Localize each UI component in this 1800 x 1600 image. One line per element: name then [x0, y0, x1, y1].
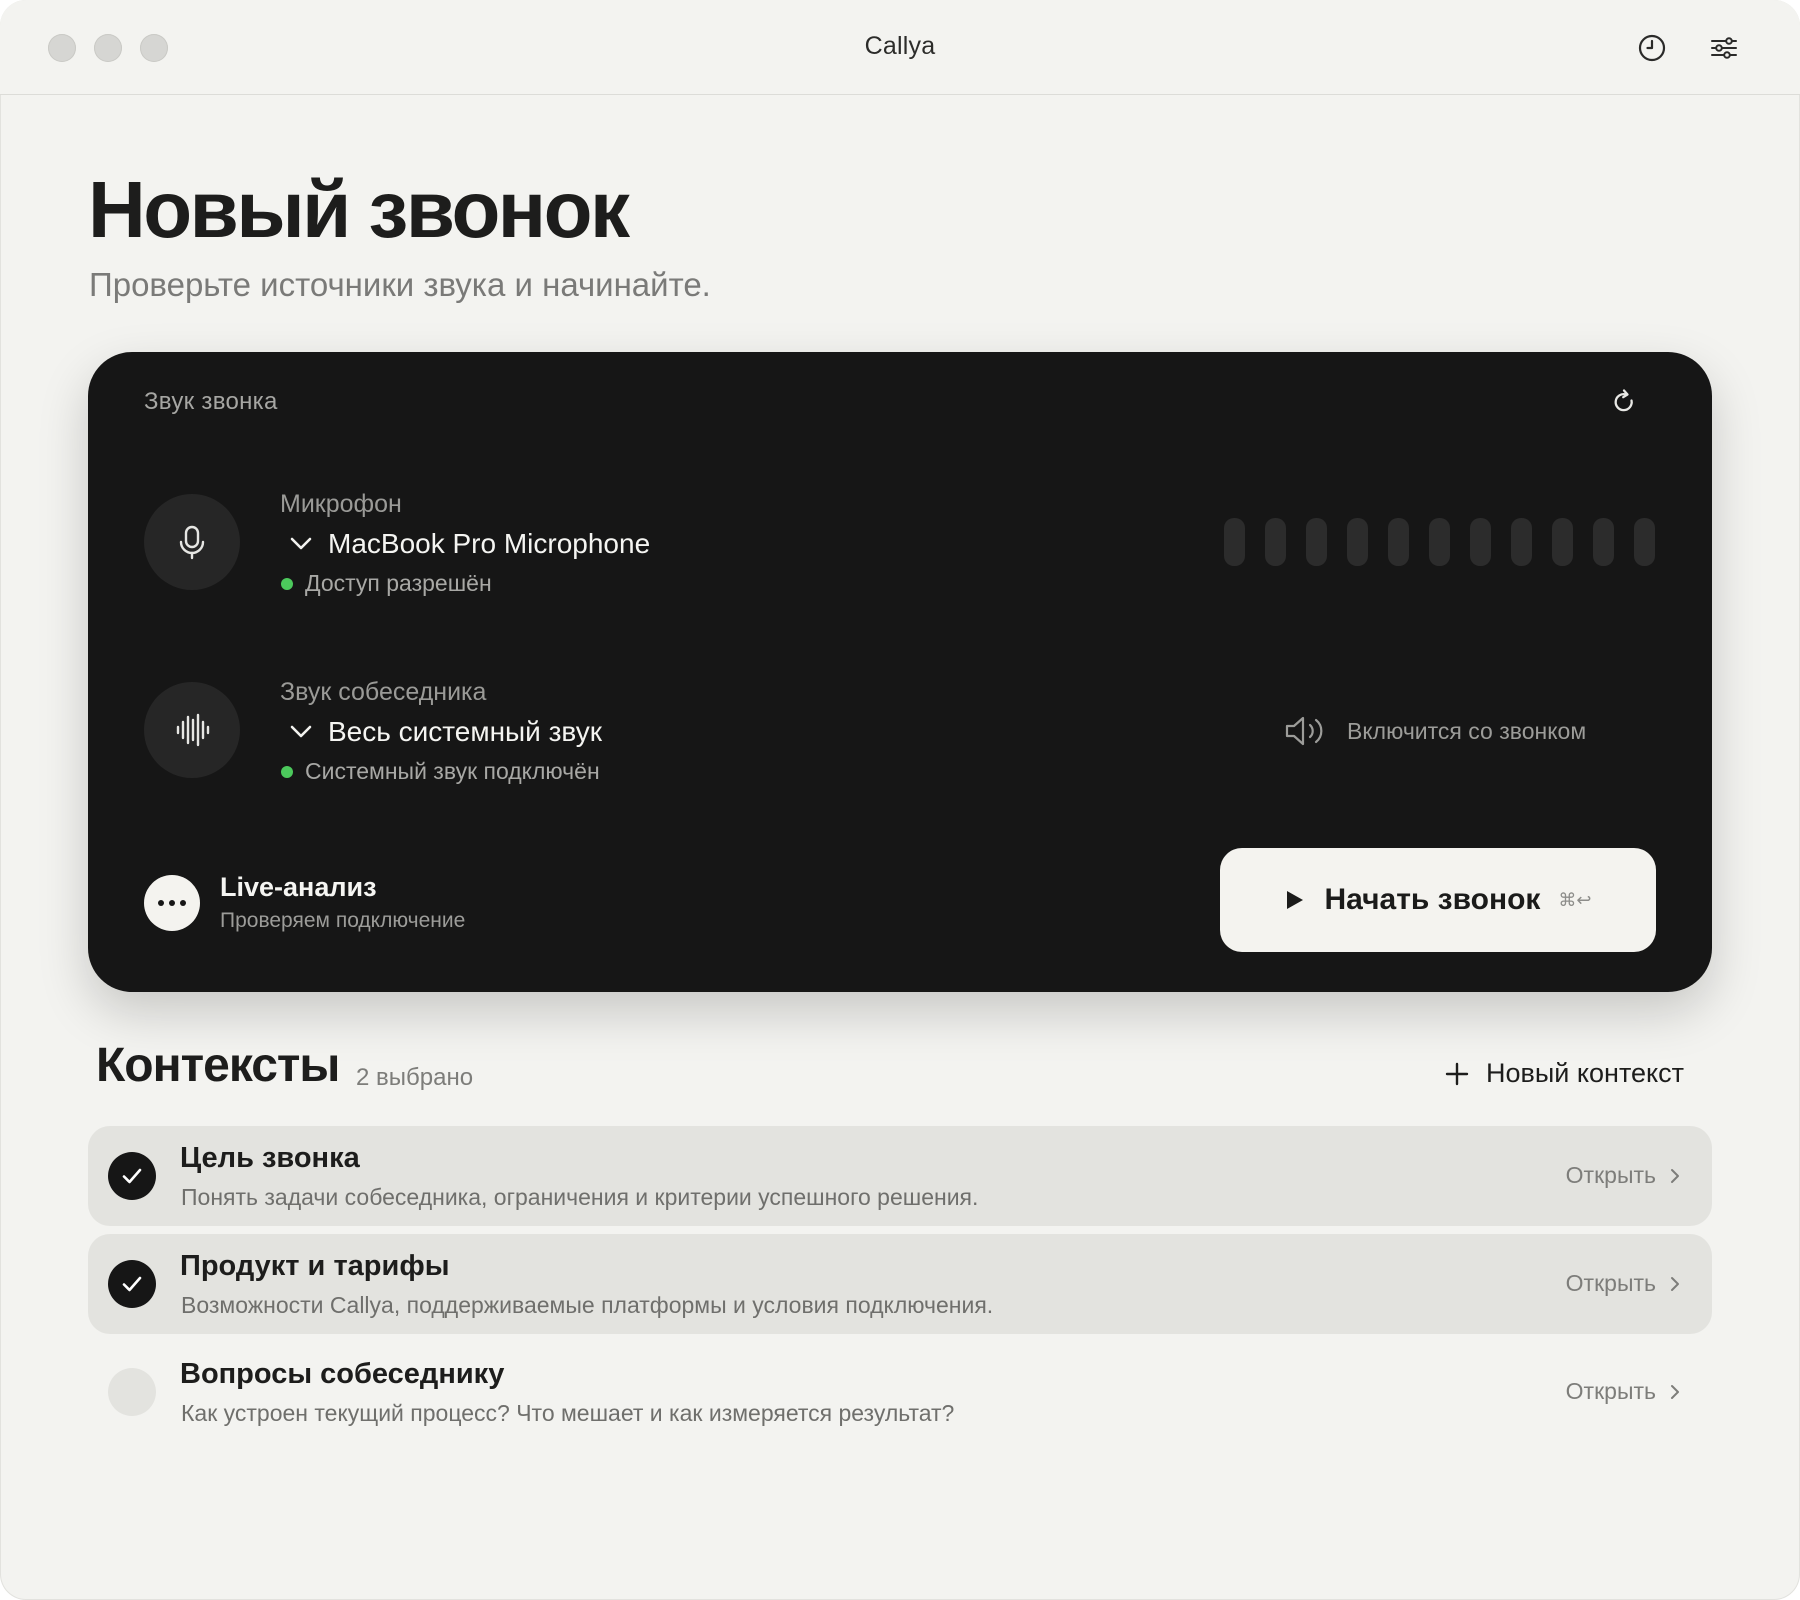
- status-ok-dot: [281, 577, 293, 590]
- level-bar: [1347, 518, 1368, 566]
- context-name: Вопросы собеседнику: [180, 1358, 505, 1390]
- context-open-link[interactable]: Открыть: [1566, 1378, 1682, 1405]
- microphone-label: Микрофон: [280, 490, 402, 518]
- context-checkbox[interactable]: [108, 1260, 156, 1308]
- window-title: Callya: [864, 32, 936, 60]
- remote-source-icon-wrap: [144, 682, 240, 778]
- new-context-label: Новый контекст: [1486, 1058, 1684, 1088]
- context-open-link[interactable]: Открыть: [1566, 1270, 1682, 1297]
- level-bar: [1388, 518, 1409, 566]
- start-call-button[interactable]: Начать звонок ⌘↩: [1220, 848, 1656, 952]
- chevron-down-icon: [290, 725, 312, 738]
- checkmark-icon: [122, 1276, 142, 1292]
- remote-audio-note-text: Включится со звонком: [1347, 717, 1587, 744]
- level-bar: [1429, 518, 1450, 566]
- remote-audio-device-select[interactable]: Весь системный звук: [288, 716, 602, 748]
- level-bar: [1634, 518, 1655, 566]
- context-row[interactable]: Цель звонка Понять задачи собеседника, о…: [88, 1126, 1712, 1226]
- remote-audio-label: Звук собеседника: [280, 678, 487, 706]
- level-bar: [1593, 518, 1614, 566]
- level-bar: [1470, 518, 1491, 566]
- context-open-link[interactable]: Открыть: [1566, 1162, 1682, 1189]
- context-name: Продукт и тарифы: [180, 1250, 450, 1282]
- refresh-button[interactable]: [1604, 382, 1644, 422]
- card-label: Звук звонка: [144, 388, 278, 415]
- remote-audio-note: Включится со звонком: [1283, 714, 1586, 748]
- context-open-label: Открыть: [1565, 1378, 1656, 1404]
- microphone-status-text: Доступ разрешён: [305, 570, 492, 596]
- live-analysis-title: Live-анализ: [220, 872, 377, 902]
- titlebar: Callya: [0, 0, 1800, 95]
- microphone-icon: [179, 525, 205, 560]
- page-title: Новый звонок: [88, 165, 630, 254]
- remote-audio-status: Системный звук подключён: [281, 758, 600, 785]
- live-analysis: Live-анализ Проверяем подключение: [144, 872, 465, 933]
- context-description: Как устроен текущий процесс? Что мешает …: [181, 1400, 955, 1426]
- remote-audio-status-text: Системный звук подключён: [305, 758, 600, 784]
- context-description: Возможности Callya, поддерживаемые платф…: [181, 1292, 994, 1318]
- context-description: Понять задачи собеседника, ограничения и…: [181, 1184, 979, 1210]
- chevron-down-icon: [290, 537, 312, 550]
- live-analysis-subtitle: Проверяем подключение: [220, 909, 466, 932]
- waveform-icon: [176, 713, 210, 747]
- microphone-source-icon-wrap: [144, 494, 240, 590]
- context-row[interactable]: Вопросы собеседнику Как устроен текущий …: [88, 1342, 1712, 1442]
- context-checkbox[interactable]: [108, 1368, 156, 1416]
- level-bar: [1511, 518, 1532, 566]
- refresh-icon: [1614, 389, 1633, 412]
- start-call-label: Начать звонок: [1324, 883, 1541, 916]
- sliders-icon: [1711, 37, 1737, 59]
- chevron-right-icon: [1671, 1276, 1679, 1291]
- context-name: Цель звонка: [180, 1142, 360, 1174]
- history-button[interactable]: [1634, 30, 1670, 66]
- level-bar: [1306, 518, 1327, 566]
- call-audio-card: Звук звонка Микрофон MacBook Pro Microph…: [88, 352, 1712, 992]
- context-open-label: Открыть: [1565, 1270, 1656, 1296]
- context-open-label: Открыть: [1565, 1162, 1656, 1188]
- level-bar: [1265, 518, 1286, 566]
- level-bar: [1552, 518, 1573, 566]
- microphone-device-select[interactable]: MacBook Pro Microphone: [288, 528, 650, 560]
- app-window: Callya Новый звонок Проверьте источники …: [0, 0, 1800, 1600]
- chevron-right-icon: [1671, 1384, 1679, 1399]
- context-checkbox[interactable]: [108, 1152, 156, 1200]
- microphone-level-meter: [1224, 518, 1655, 566]
- microphone-status: Доступ разрешён: [281, 570, 492, 597]
- new-context-button[interactable]: Новый контекст: [1444, 1058, 1684, 1089]
- checkmark-icon: [122, 1168, 142, 1184]
- start-call-shortcut: ⌘↩: [1558, 889, 1592, 911]
- clock-icon: [1638, 34, 1666, 62]
- status-ok-dot: [281, 765, 293, 778]
- settings-button[interactable]: [1706, 30, 1742, 66]
- page-subtitle: Проверьте источники звука и начинайте.: [89, 266, 711, 303]
- contexts-selected-count: 2 выбрано: [356, 1064, 474, 1091]
- level-bar: [1224, 518, 1245, 566]
- chevron-right-icon: [1671, 1168, 1679, 1183]
- contexts-title: Контексты: [96, 1039, 340, 1092]
- more-icon[interactable]: [144, 874, 200, 931]
- microphone-device-value: MacBook Pro Microphone: [328, 528, 651, 559]
- plus-icon: [1445, 1062, 1469, 1085]
- remote-audio-device-value: Весь системный звук: [328, 716, 602, 747]
- context-row[interactable]: Продукт и тарифы Возможности Callya, под…: [88, 1234, 1712, 1334]
- speaker-icon: [1285, 716, 1323, 746]
- play-icon: [1287, 891, 1304, 909]
